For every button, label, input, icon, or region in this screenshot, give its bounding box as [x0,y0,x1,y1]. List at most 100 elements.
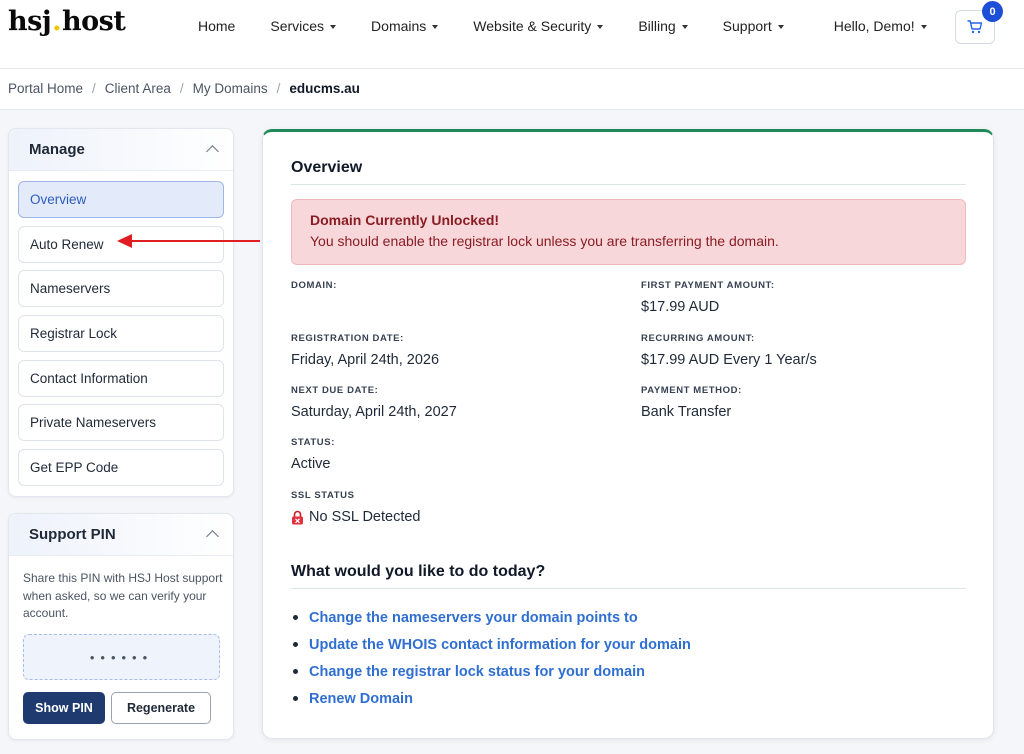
support-pin-title: Support PIN [29,526,116,543]
manage-panel: Manage Overview Auto Renew Nameservers R… [8,128,234,497]
nav-home[interactable]: Home [198,18,235,34]
sidebar-item-registrar-lock[interactable]: Registrar Lock [18,315,224,352]
field-domain: DOMAIN: [291,280,337,299]
bullet [293,669,298,674]
nav-user-menu[interactable]: Hello, Demo! [834,18,927,34]
field-value: Friday, April 24th, 2026 [291,352,440,368]
alert-text: You should enable the registrar lock unl… [310,233,779,249]
divider [291,184,966,185]
logo-text-right: host [62,6,126,37]
nav-label: Services [270,18,325,34]
nav-label: Domains [371,18,427,34]
field-label: PAYMENT METHOD: [641,385,742,396]
manage-panel-title: Manage [29,141,85,158]
breadcrumb-my-domains[interactable]: My Domains [193,81,268,96]
sidebar-item-private-nameservers[interactable]: Private Nameservers [18,404,224,441]
field-next-due-date: NEXT DUE DATE: Saturday, April 24th, 202… [291,385,457,420]
field-label: RECURRING AMOUNT: [641,333,755,344]
field-value: $17.99 AUD Every 1 Year/s [641,352,817,368]
breadcrumb-current: educms.au [289,81,360,96]
overview-title: Overview [291,159,363,176]
bullet [293,615,298,620]
chevron-down-icon [681,25,688,29]
link-change-registrar-lock[interactable]: Change the registrar lock status for you… [309,664,645,680]
breadcrumb-separator: / [276,81,281,96]
field-label: DOMAIN: [291,280,337,291]
nav-website-security[interactable]: Website & Security [473,18,604,34]
masked-pin-display: •••••• [23,634,220,680]
shopping-cart-icon [967,20,983,34]
chevron-down-icon [330,25,337,29]
manage-panel-header[interactable]: Manage [9,129,233,171]
bullet [293,696,298,701]
sidebar-item-overview[interactable]: Overview [18,181,224,218]
annotation-arrow-line [130,240,260,242]
nav-label: Website & Security [473,18,592,34]
nav-domains[interactable]: Domains [371,18,439,34]
support-pin-header[interactable]: Support PIN [9,514,233,556]
annotation-arrow-head [117,234,132,248]
logo-dot: . [52,6,62,37]
logo-text-left: hsj [8,6,52,37]
nav-support[interactable]: Support [723,18,784,34]
list-item: Change the registrar lock status for you… [291,658,691,685]
divider [291,588,966,589]
nav-label: Hello, Demo! [833,18,915,34]
nav-billing[interactable]: Billing [638,18,688,34]
field-first-payment: FIRST PAYMENT AMOUNT: $17.99 AUD [641,280,775,315]
breadcrumb-bar: Portal Home / Client Area / My Domains /… [0,69,1024,110]
field-value: Saturday, April 24th, 2027 [291,404,457,420]
chevron-down-icon [597,25,604,29]
field-label: FIRST PAYMENT AMOUNT: [641,280,775,291]
list-item: Update the WHOIS contact information for… [291,631,691,658]
field-value: Active [291,456,331,472]
lock-icon [292,510,303,524]
nav-label: Home [198,18,236,34]
main-nav: Home Services Domains Website & Security… [198,18,927,34]
cart-count-badge: 0 [982,1,1003,22]
field-registration-date: REGISTRATION DATE: Friday, April 24th, 2… [291,333,439,368]
list-item: Change the nameservers your domain point… [291,604,691,631]
bullet [293,642,298,647]
list-item: Renew Domain [291,685,691,712]
link-change-nameservers[interactable]: Change the nameservers your domain point… [309,610,638,626]
alert-title: Domain Currently Unlocked! [310,212,500,228]
field-status: STATUS: Active [291,437,335,472]
breadcrumb-portal-home[interactable]: Portal Home [8,81,83,96]
show-pin-button[interactable]: Show PIN [23,692,105,724]
actions-list: Change the nameservers your domain point… [291,604,691,712]
chevron-up-icon[interactable] [206,145,219,158]
top-navbar: hsj. host Home Services Domains Website &… [0,0,1024,69]
sidebar-item-get-epp-code[interactable]: Get EPP Code [18,449,224,486]
field-label: REGISTRATION DATE: [291,333,404,344]
breadcrumb-separator: / [92,81,96,96]
overview-card: Overview Domain Currently Unlocked! You … [262,129,994,739]
sidebar-item-contact-information[interactable]: Contact Information [18,360,224,397]
site-logo[interactable]: hsj. host [8,6,126,37]
field-recurring-amount: RECURRING AMOUNT: $17.99 AUD Every 1 Yea… [641,333,817,368]
breadcrumb-client-area[interactable]: Client Area [105,81,171,96]
link-renew-domain[interactable]: Renew Domain [309,691,413,707]
nav-services[interactable]: Services [270,18,337,34]
link-update-whois[interactable]: Update the WHOIS contact information for… [309,637,691,653]
actions-title: What would you like to do today? [291,563,546,580]
domain-unlocked-alert: Domain Currently Unlocked! You should en… [291,199,966,265]
field-ssl-status: SSL STATUS No SSL Detected [291,490,421,525]
breadcrumb: Portal Home / Client Area / My Domains /… [8,81,360,96]
ssl-status-value: No SSL Detected [309,509,421,525]
nav-label: Support [722,18,772,34]
regenerate-pin-button[interactable]: Regenerate [111,692,211,724]
field-value-ssl: No SSL Detected [291,509,421,525]
field-value: $17.99 AUD [641,299,720,315]
breadcrumb-separator: / [179,81,184,96]
field-payment-method: PAYMENT METHOD: Bank Transfer [641,385,742,420]
nav-label: Billing [638,18,676,34]
field-label: NEXT DUE DATE: [291,385,379,396]
chevron-up-icon[interactable] [206,530,219,543]
chevron-down-icon [777,25,784,29]
support-pin-description: Share this PIN with HSJ Host support whe… [23,571,223,620]
chevron-down-icon [432,25,439,29]
sidebar-item-nameservers[interactable]: Nameservers [18,270,224,307]
field-label: SSL STATUS [291,490,355,501]
support-pin-panel: Support PIN Share this PIN with HSJ Host… [8,513,234,740]
